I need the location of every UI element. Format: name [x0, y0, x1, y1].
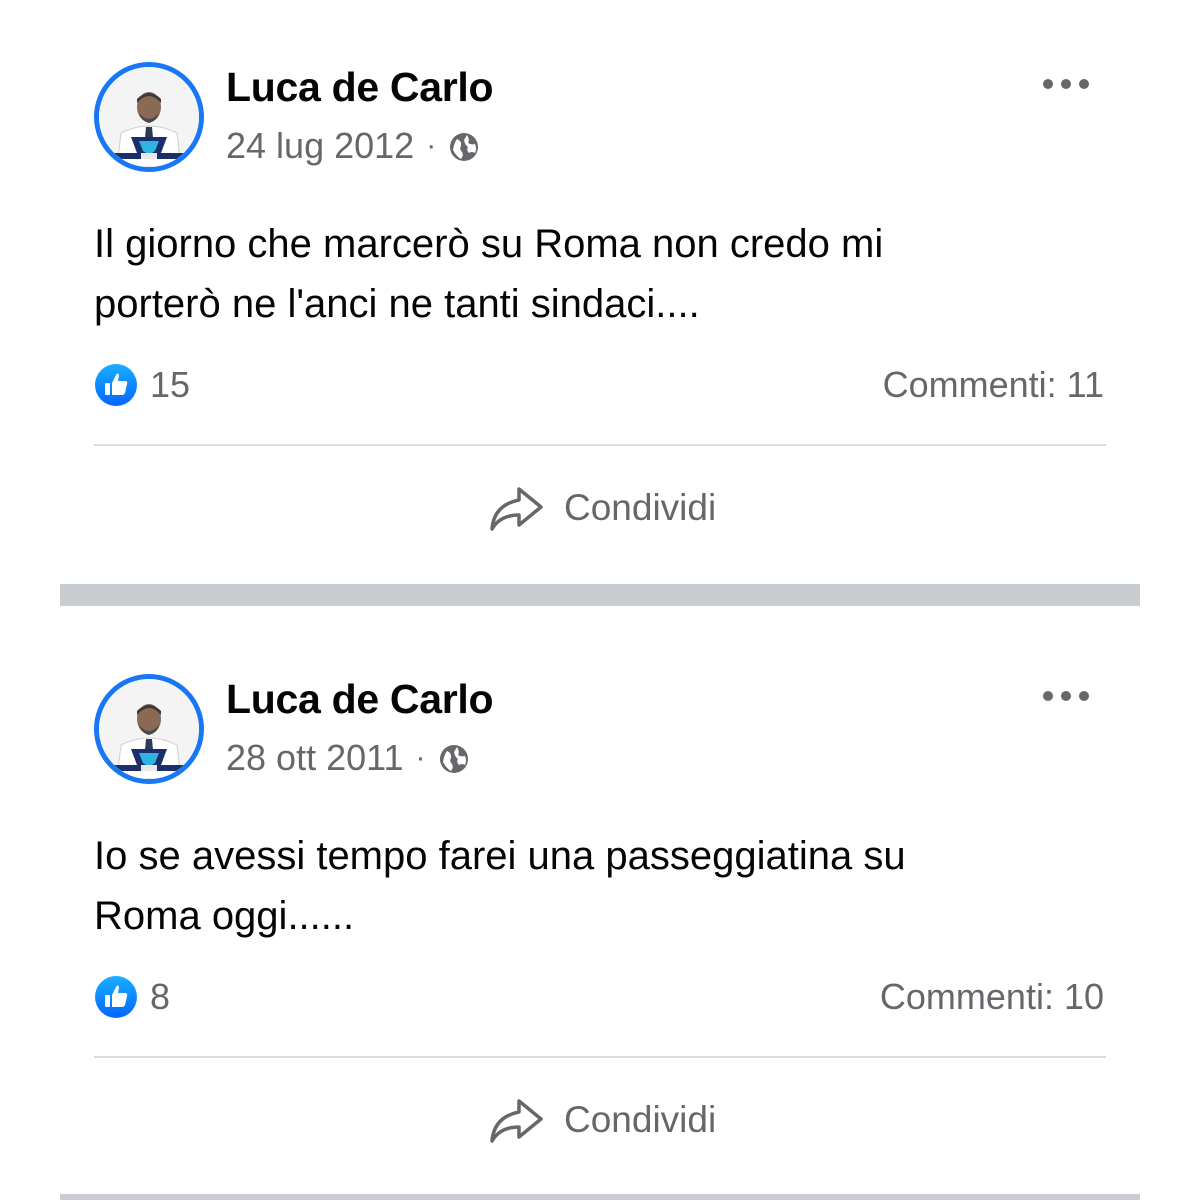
post-meta: 24 lug 2012 ·	[226, 124, 480, 168]
avatar-image	[99, 67, 199, 167]
reactions-summary[interactable]: 15	[94, 362, 190, 408]
share-button[interactable]: Condividi	[486, 478, 716, 538]
reactions-summary[interactable]: 8	[94, 974, 170, 1020]
post-meta: 28 ott 2011 ·	[226, 736, 470, 780]
globe-icon	[438, 742, 470, 774]
post-separator	[60, 584, 1140, 606]
author-name[interactable]: Luca de Carlo	[226, 64, 494, 111]
more-options-button[interactable]	[1036, 66, 1096, 102]
meta-separator: ·	[426, 129, 437, 162]
post-text: Io se avessi tempo farei una passeggiati…	[94, 834, 906, 938]
divider	[94, 1056, 1106, 1058]
more-icon	[1043, 79, 1089, 89]
author-name[interactable]: Luca de Carlo	[226, 676, 494, 723]
share-label: Condividi	[564, 487, 717, 528]
share-label: Condividi	[564, 1099, 717, 1140]
globe-icon	[448, 130, 480, 162]
avatar-image	[99, 679, 199, 779]
share-button[interactable]: Condividi	[486, 1090, 716, 1150]
divider	[94, 444, 1106, 446]
post-card: Luca de Carlo 28 ott 2011 · Io se avessi…	[0, 612, 1200, 1192]
post-separator	[60, 1194, 1140, 1200]
meta-separator: ·	[415, 741, 426, 774]
more-options-button[interactable]	[1036, 678, 1096, 714]
like-icon	[94, 975, 138, 1019]
post-date[interactable]: 28 ott 2011	[226, 737, 404, 779]
more-icon	[1043, 691, 1089, 701]
share-icon	[486, 483, 546, 533]
like-count: 15	[150, 364, 191, 405]
post-text: Il giorno che marcerò su Roma non credo …	[94, 222, 884, 326]
avatar[interactable]	[94, 674, 204, 784]
post-card: Luca de Carlo 24 lug 2012 · Il giorno ch…	[0, 0, 1200, 580]
like-icon	[94, 363, 138, 407]
comments-count[interactable]: Commenti: 10	[880, 974, 1104, 1020]
like-count: 8	[150, 976, 171, 1017]
avatar[interactable]	[94, 62, 204, 172]
comments-count[interactable]: Commenti: 11	[883, 362, 1104, 408]
post-date[interactable]: 24 lug 2012	[226, 125, 414, 167]
share-icon	[486, 1095, 546, 1145]
